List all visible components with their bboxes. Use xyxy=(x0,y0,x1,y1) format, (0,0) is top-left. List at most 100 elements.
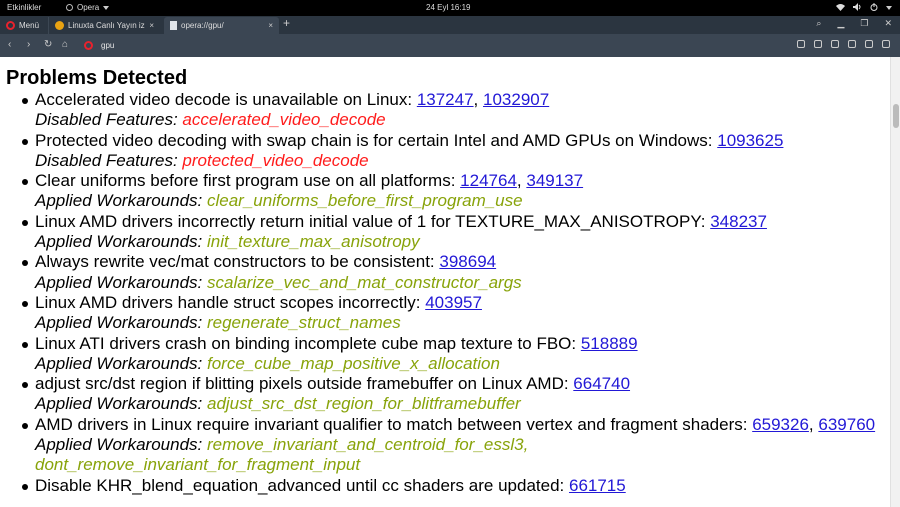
bug-link[interactable]: 1093625 xyxy=(717,131,783,150)
problem-detail: Applied Workarounds: scalarize_vec_and_m… xyxy=(35,273,888,293)
detail-kind: Applied Workarounds: xyxy=(35,232,207,252)
system-tray[interactable] xyxy=(836,3,892,13)
clock[interactable]: 24 Eyl 16:19 xyxy=(426,3,470,12)
battery-icon[interactable] xyxy=(865,40,873,48)
detail-value: regenerate_struct_names xyxy=(206,313,401,333)
tab-title: Linuxta Canlı Yayın iz xyxy=(68,21,145,30)
forward-icon[interactable]: › xyxy=(27,39,30,50)
page-content: Problems Detected Accelerated video deco… xyxy=(0,57,890,507)
problem-detail: Applied Workarounds: regenerate_struct_n… xyxy=(35,313,888,333)
tab-gpu[interactable]: opera://gpu/ × xyxy=(164,17,279,34)
minimize-icon[interactable]: ▁ xyxy=(837,18,844,29)
bug-link[interactable]: 403957 xyxy=(425,293,482,312)
close-icon[interactable]: × xyxy=(149,21,154,30)
download-icon[interactable] xyxy=(848,40,856,48)
detail-kind: Disabled Features: xyxy=(35,150,183,170)
detail-value: scalarize_vec_and_mat_constructor_args xyxy=(206,272,522,292)
activities-button[interactable]: Etkinlikler xyxy=(7,3,41,12)
address-bar-row: ‹ › ↻ ⌂ gpu xyxy=(0,34,900,57)
detail-value: accelerated_video_decode xyxy=(182,110,386,130)
detail-value: adjust_src_dst_region_for_blitframebuffe… xyxy=(206,394,521,414)
tab-twitch[interactable]: Linuxta Canlı Yayın iz × xyxy=(48,17,160,34)
maximize-icon[interactable]: ❐ xyxy=(860,18,868,29)
bug-link[interactable]: 1032907 xyxy=(483,90,549,109)
problem-item: Clear uniforms before first program use … xyxy=(18,171,888,212)
url-text[interactable]: gpu xyxy=(101,41,114,50)
problem-text: Linux AMD drivers incorrectly return ini… xyxy=(35,211,711,231)
detail-value: protected_video_decode xyxy=(182,150,369,170)
menu-icon[interactable] xyxy=(882,40,890,48)
problem-item: Disable KHR_blend_equation_advanced unti… xyxy=(18,476,888,496)
bug-link[interactable]: 124764 xyxy=(460,171,517,190)
opera-app-icon xyxy=(66,4,73,11)
bug-link[interactable]: 349137 xyxy=(526,171,583,190)
bug-link[interactable]: 661715 xyxy=(569,476,626,495)
problem-text: Linux ATI drivers crash on binding incom… xyxy=(35,333,581,353)
opera-menu-button[interactable]: Menü xyxy=(0,17,47,34)
tab-title: opera://gpu/ xyxy=(181,21,224,30)
problem-detail: Applied Workarounds: force_cube_map_posi… xyxy=(35,354,888,374)
bug-link[interactable]: 348237 xyxy=(710,212,767,231)
system-top-bar: Etkinlikler Opera 24 Eyl 16:19 xyxy=(0,0,900,16)
new-tab-button[interactable]: + xyxy=(283,16,290,30)
url-field[interactable]: gpu xyxy=(84,37,784,54)
problem-detail: Disabled Features: protected_video_decod… xyxy=(35,151,888,171)
document-icon xyxy=(170,21,177,30)
detail-value: clear_uniforms_before_first_program_use xyxy=(206,191,523,211)
bug-link[interactable]: 398694 xyxy=(439,252,496,271)
volume-icon[interactable] xyxy=(853,3,862,13)
power-icon[interactable] xyxy=(870,3,878,13)
bug-link[interactable]: 518889 xyxy=(581,334,638,353)
detail-kind: Disabled Features: xyxy=(35,110,183,130)
detail-kind: Applied Workarounds: xyxy=(35,191,207,211)
scrollbar[interactable] xyxy=(890,57,900,507)
app-menu-label: Opera xyxy=(77,3,100,12)
problem-item: Protected video decoding with swap chain… xyxy=(18,131,888,172)
problem-text: Accelerated video decode is unavailable … xyxy=(35,90,417,109)
problem-text: Linux AMD drivers handle struct scopes i… xyxy=(35,292,426,312)
search-tabs-icon[interactable]: ⌕ xyxy=(816,18,821,29)
tab-strip: Menü Linuxta Canlı Yayın iz × opera://gp… xyxy=(0,16,900,34)
detail-kind: Applied Workarounds: xyxy=(35,435,207,455)
problem-item: Linux ATI drivers crash on binding incom… xyxy=(18,334,888,375)
camera-icon[interactable] xyxy=(797,40,805,48)
back-icon[interactable]: ‹ xyxy=(8,39,11,50)
opera-menu-label: Menü xyxy=(19,21,40,30)
problem-text: adjust src/dst region if blitting pixels… xyxy=(35,374,574,394)
problem-list: Accelerated video decode is unavailable … xyxy=(18,90,888,496)
problem-item: Linux AMD drivers incorrectly return ini… xyxy=(18,212,888,253)
opera-logo-icon xyxy=(6,21,15,30)
page-title: Problems Detected xyxy=(6,67,188,89)
detail-kind: Applied Workarounds: xyxy=(35,394,207,414)
problem-detail: Disabled Features: accelerated_video_dec… xyxy=(35,110,888,130)
wifi-icon[interactable] xyxy=(836,3,845,13)
close-icon[interactable]: × xyxy=(268,21,273,30)
chevron-down-icon[interactable] xyxy=(886,6,892,10)
problem-text: Protected video decoding with swap chain… xyxy=(35,130,718,150)
detail-kind: Applied Workarounds: xyxy=(35,313,207,333)
detail-kind: Applied Workarounds: xyxy=(35,272,207,292)
problem-detail: Applied Workarounds: adjust_src_dst_regi… xyxy=(35,394,888,414)
problem-text: Always rewrite vec/mat constructors to b… xyxy=(35,252,440,272)
problem-text: Clear uniforms before first program use … xyxy=(35,171,461,191)
bug-link[interactable]: 137247 xyxy=(417,90,474,109)
opera-page-icon xyxy=(84,41,93,50)
problem-text: AMD drivers in Linux require invariant q… xyxy=(35,414,753,434)
close-window-icon[interactable]: ✕ xyxy=(884,18,892,29)
detail-value: force_cube_map_positive_x_allocation xyxy=(206,353,500,373)
scrollbar-thumb[interactable] xyxy=(893,104,899,128)
reload-icon[interactable]: ↻ xyxy=(44,39,52,50)
app-menu[interactable]: Opera xyxy=(66,3,110,12)
chevron-down-icon xyxy=(103,5,110,10)
home-icon[interactable]: ⌂ xyxy=(62,39,68,50)
cube-icon[interactable] xyxy=(831,40,839,48)
window-controls: ⌕ ▁ ❐ ✕ xyxy=(816,18,892,29)
problem-item: adjust src/dst region if blitting pixels… xyxy=(18,374,888,415)
bug-link[interactable]: 664740 xyxy=(573,374,630,393)
problem-item: Linux AMD drivers handle struct scopes i… xyxy=(18,293,888,334)
heart-icon[interactable] xyxy=(814,40,822,48)
twitch-icon xyxy=(55,21,64,30)
address-bar-actions xyxy=(797,40,890,48)
bug-link[interactable]: 639760 xyxy=(818,415,875,434)
bug-link[interactable]: 659326 xyxy=(752,415,809,434)
